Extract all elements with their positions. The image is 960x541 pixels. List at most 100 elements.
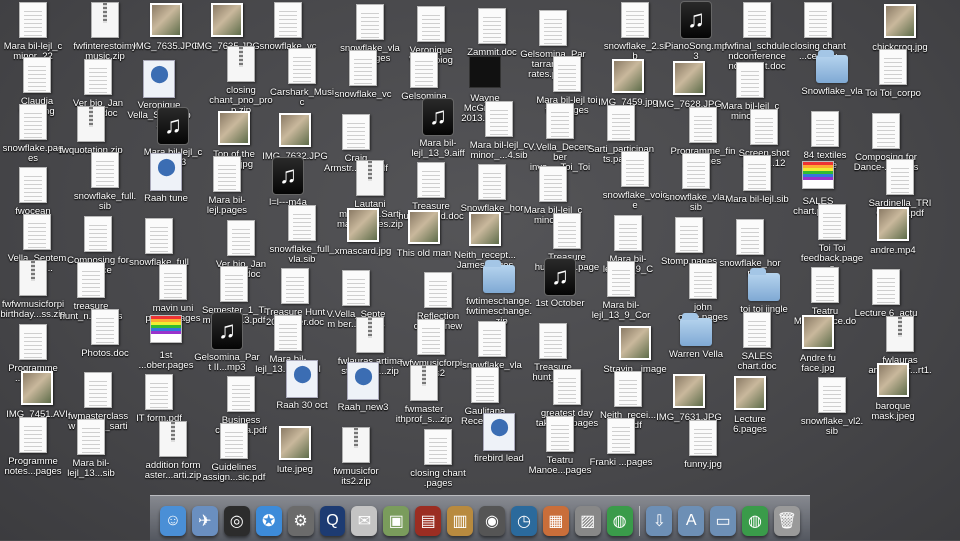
- desktop-icon[interactable]: Toi Toi feedback.pages: [799, 202, 865, 274]
- desktop-icon[interactable]: Warren Vella: [663, 308, 729, 360]
- desktop-icon-label: fwmusicfor its2.zip: [333, 465, 379, 487]
- desktop-icon[interactable]: fwquotation.zip: [58, 104, 124, 156]
- desktop-icon[interactable]: IMG_7635.JPG: [133, 0, 199, 52]
- dock-quicktime-icon[interactable]: Q: [319, 506, 346, 536]
- image-thumbnail-icon: [211, 3, 243, 37]
- desktop-icon[interactable]: fwfwmusicforpi birthday...ss.zip: [0, 258, 66, 320]
- document-icon: [227, 376, 255, 413]
- desktop-icon[interactable]: Programme notes...pages: [0, 415, 66, 477]
- desktop-icon[interactable]: SALES chart.doc: [724, 310, 790, 372]
- desktop-icon[interactable]: Raah tune: [133, 152, 199, 204]
- dock-finder-icon[interactable]: ☺: [160, 506, 186, 536]
- desktop-icon[interactable]: IT form.pdf: [126, 372, 192, 424]
- dock-system-preferences-icon[interactable]: ⚙: [287, 506, 314, 536]
- desktop-icon[interactable]: snowflake_full: [126, 216, 192, 268]
- dock-trash-icon[interactable]: 🗑: [773, 506, 800, 536]
- desktop-icon[interactable]: snowflake_vla: [459, 319, 525, 371]
- dock-chrome-stack-icon[interactable]: ◍: [742, 506, 768, 536]
- desktop-icon[interactable]: Raah_new3: [330, 361, 396, 413]
- dock-dashboard-icon[interactable]: ◎: [223, 506, 250, 536]
- desktop-icon[interactable]: funny.jpg: [670, 418, 736, 470]
- desktop-icon[interactable]: Andre fu face.jpg: [785, 312, 851, 374]
- desktop-icon[interactable]: Mara bil-lejl_c minor_...4.sib: [466, 99, 532, 161]
- icon-thumb: [741, 310, 773, 350]
- desktop-icon[interactable]: fwmaster ithprof_s...zip: [391, 363, 457, 425]
- desktop-icon[interactable]: Photos.doc: [72, 307, 138, 359]
- dock-mail-icon[interactable]: ✉: [351, 506, 378, 536]
- desktop-icon[interactable]: IMG_7628.JPG: [656, 58, 722, 110]
- dock-photo-booth-icon[interactable]: ▤: [415, 506, 442, 536]
- desktop-icon[interactable]: Raah 30 oct: [269, 359, 335, 411]
- desktop-icon[interactable]: snowflake_vla.sib: [663, 151, 729, 213]
- desktop-icon[interactable]: ♫ l=l---m4a: [255, 156, 321, 208]
- dock-ical-icon[interactable]: ▦: [542, 506, 569, 536]
- icon-thumb: [150, 309, 182, 349]
- desktop-icon[interactable]: snowflake_vc: [330, 48, 396, 100]
- desktop-icon[interactable]: Lecture 6_actu: [853, 267, 919, 319]
- zip-icon: [19, 260, 47, 297]
- desktop-icon[interactable]: Carshark_Music: [269, 46, 335, 108]
- desktop-icon[interactable]: snowflake_full_vla.sib: [269, 203, 335, 265]
- dock-camera-icon[interactable]: ◉: [479, 506, 505, 536]
- desktop-icon[interactable]: IMG_7459.jpg: [595, 56, 661, 108]
- desktop-icon[interactable]: Mara bil-lejl_c minor_22: [0, 0, 66, 62]
- desktop-icon[interactable]: Stravin...image: [602, 323, 668, 375]
- desktop-icon[interactable]: ♫ PianoSong.mp3: [663, 0, 729, 62]
- desktop-icon[interactable]: V.Vella_December invo..._Toi_Toi: [527, 101, 593, 173]
- desktop-icon[interactable]: closing chant .pages: [405, 427, 471, 489]
- desktop-icon[interactable]: firebird lead: [466, 412, 532, 464]
- desktop-icon-label: This old man: [396, 247, 452, 259]
- dock-chrome-icon[interactable]: ◍: [606, 506, 633, 536]
- desktop-icon[interactable]: Zammit.doc: [459, 6, 525, 58]
- dock-safari-icon[interactable]: ✪: [255, 506, 282, 536]
- dock-iphoto-icon[interactable]: ▣: [383, 506, 410, 536]
- desktop-icon[interactable]: Mara bil-lejl_13...sib: [58, 417, 124, 479]
- desktop-icon[interactable]: lute.jpeg: [262, 423, 328, 475]
- desktop-icon[interactable]: xmascard.jpg: [330, 205, 396, 257]
- desktop-icon[interactable]: snowflake_voice: [602, 149, 668, 211]
- desktop-icon[interactable]: ♫ Gelsomina_Part II...mp3: [194, 311, 260, 373]
- dock-photo-viewer-icon[interactable]: ▨: [574, 506, 601, 536]
- desktop-icon[interactable]: fwocean: [0, 165, 66, 217]
- desktop-icon[interactable]: ♫ Mara bil-lejl_13_9.aiff: [405, 97, 471, 159]
- desktop-icon[interactable]: Snowflake_vla: [799, 45, 865, 97]
- desktop-icon[interactable]: ♫ 1st October: [527, 257, 593, 309]
- desktop-icon[interactable]: snowflake_full.sib: [72, 150, 138, 212]
- desktop-icon[interactable]: IMG_7631.JPG: [656, 371, 722, 423]
- desktop-icon[interactable]: Mara bil-lejl.sib: [724, 153, 790, 205]
- desktop-icon[interactable]: Franki ...pages: [588, 416, 654, 468]
- desktop-icon[interactable]: addition form aster...arti.zip: [140, 419, 206, 481]
- desktop-icon[interactable]: Gelsomina: [391, 50, 457, 102]
- desktop-icon[interactable]: fwmusicfor its2.zip: [323, 425, 389, 487]
- desktop-icon[interactable]: fwfinterestoimy music.zip: [72, 0, 138, 62]
- document-icon: [84, 59, 112, 96]
- dock-time-machine-icon[interactable]: ◷: [510, 506, 537, 536]
- document-icon: [485, 100, 513, 137]
- document-icon: [417, 6, 445, 42]
- desktop-icon[interactable]: Stomp.pages: [656, 215, 722, 267]
- desktop-icon[interactable]: Teatru Manoe...pages: [527, 414, 593, 476]
- desktop-icon[interactable]: This old man: [391, 207, 457, 259]
- dock-preview-viewer-icon[interactable]: ▥: [447, 506, 474, 536]
- desktop-icon[interactable]: Mara bil-lejl_13_9_Cor: [588, 259, 654, 321]
- desktop-icon[interactable]: closing chant_pno_prop.zip: [208, 44, 274, 116]
- desktop-icon[interactable]: snowflake.pages: [0, 102, 66, 164]
- desktop-icon[interactable]: Toi Toi_corpo: [860, 47, 926, 99]
- desktop-icon[interactable]: toi toi jingle: [731, 263, 797, 315]
- desktop-icon[interactable]: fwtimeschange.fwtimeschange...zip: [466, 255, 532, 327]
- desktop-icon[interactable]: baroque mask.jpeg: [860, 360, 926, 422]
- desktop-icon[interactable]: snowflake_2.sib: [602, 0, 668, 62]
- desktop-icon[interactable]: snowflake_vl2.sib: [799, 375, 865, 437]
- dock-documents-stack-icon[interactable]: ▭: [710, 506, 737, 536]
- dock-applications-stack-icon[interactable]: A: [678, 506, 705, 536]
- desktop-icon[interactable]: IMG_7451.AVI: [4, 368, 70, 420]
- document-icon: [553, 369, 581, 406]
- desktop-icon[interactable]: Guidelines assign...sic.pdf: [201, 421, 267, 483]
- desktop-icon[interactable]: IMG_7632.JPG: [262, 110, 328, 162]
- desktop-icon[interactable]: 1st ...ober.pages: [133, 309, 199, 371]
- desktop-icon[interactable]: chickcroq.jpg: [867, 1, 933, 53]
- desktop-icon[interactable]: Mara bil-lejl.pages: [194, 154, 260, 216]
- dock-preview-icon[interactable]: ✈: [191, 506, 218, 536]
- dock-downloads-stack-icon[interactable]: ⇩: [646, 506, 673, 536]
- desktop-icon[interactable]: andre.mp4: [860, 204, 926, 256]
